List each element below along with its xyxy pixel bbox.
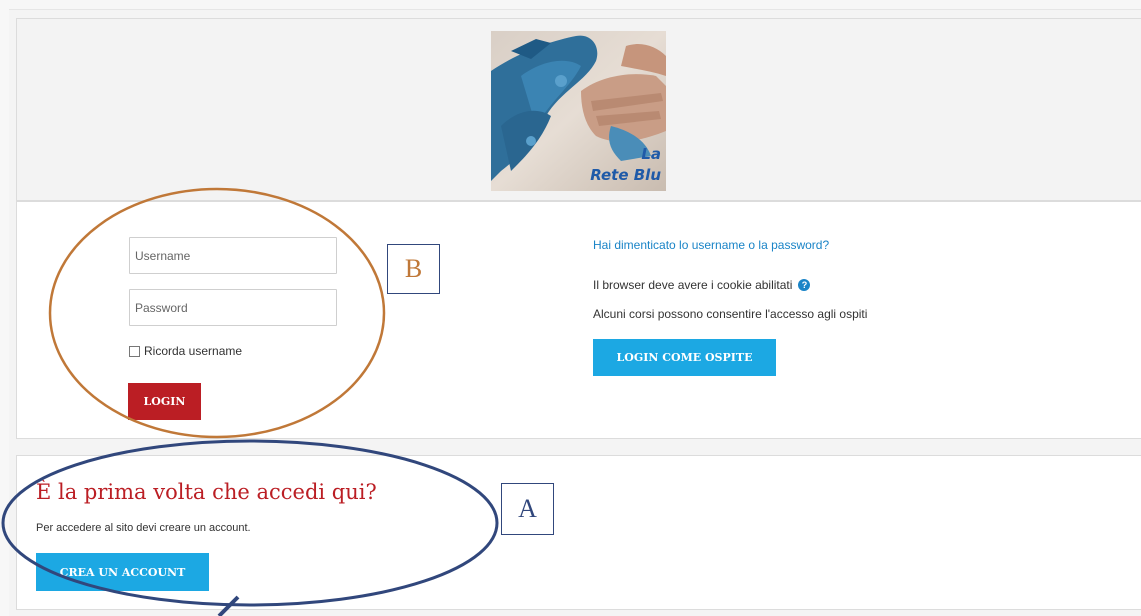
hands-logo-image: La Rete Blu <box>491 31 666 191</box>
forgot-credentials-link[interactable]: Hai dimenticato lo username o la passwor… <box>593 238 829 252</box>
guest-access-text: Alcuni corsi possono consentire l'access… <box>593 307 868 321</box>
annotation-label-a: A <box>501 483 554 535</box>
site-logo: La Rete Blu <box>491 31 666 191</box>
signup-heading: È la prima volta che accedi qui? <box>36 480 377 504</box>
create-account-button[interactable]: CREA UN ACCOUNT <box>36 553 209 591</box>
username-input[interactable] <box>129 237 337 274</box>
annotation-label-b: B <box>387 244 440 294</box>
guest-login-button[interactable]: LOGIN COME OSPITE <box>593 339 776 376</box>
cookie-text: Il browser deve avere i cookie abilitati <box>593 278 793 292</box>
page-top-strip <box>0 0 1141 10</box>
remember-checkbox[interactable] <box>129 345 140 357</box>
page-left-strip <box>0 9 9 616</box>
login-button[interactable]: LOGIN <box>128 383 201 420</box>
remember-username[interactable]: Ricorda username <box>129 344 242 358</box>
logo-text-la: La <box>641 145 661 163</box>
password-input[interactable] <box>129 289 337 326</box>
signup-text: Per accedere al sito devi creare un acco… <box>36 522 251 534</box>
cookie-notice: Il browser deve avere i cookie abilitati… <box>593 278 811 292</box>
logo-text-rete-blu: Rete Blu <box>590 166 661 184</box>
help-icon[interactable]: ? <box>798 279 811 291</box>
remember-label: Ricorda username <box>144 344 243 358</box>
